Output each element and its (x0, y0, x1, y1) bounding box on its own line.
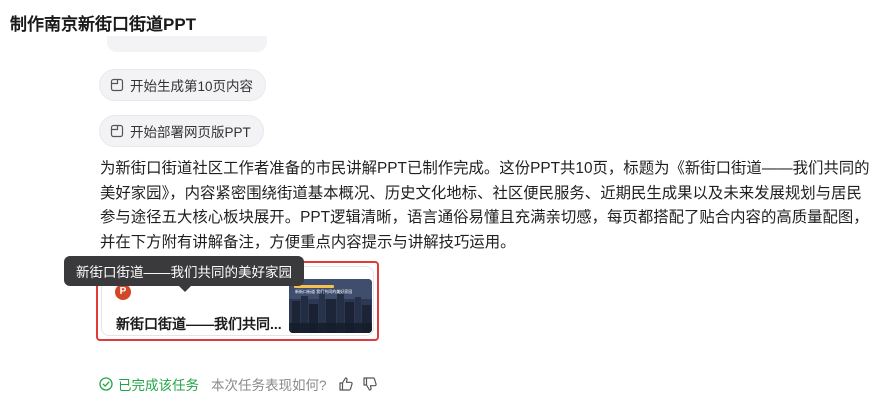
thumbs-down-button[interactable] (361, 375, 379, 393)
thumbnail-heading: 新街口街道 我们共同的美好家园 (295, 289, 353, 294)
document-icon (110, 124, 124, 138)
task-complete-status: 已完成该任务 (99, 374, 199, 394)
step-label: 开始生成第10页内容 (130, 79, 254, 94)
status-label: 已完成该任务 (118, 378, 199, 393)
thumbs-down-icon (362, 377, 377, 391)
powerpoint-icon: P (115, 284, 131, 300)
task-footer: 已完成该任务 本次任务表现如何? (99, 375, 379, 393)
previous-step-pill (107, 36, 267, 52)
ppt-title-tooltip: 新街口街道——我们共同的美好家园 (64, 256, 304, 286)
document-icon (110, 78, 124, 92)
step-label: 开始部署网页版PPT (130, 125, 251, 140)
chat-page: 制作南京新街口街道PPT 开始生成第10页内容 开始部署网页版PPT 为新街口街… (0, 0, 883, 420)
ppt-file-title: 新街口街道——我们共同... (116, 316, 282, 332)
rating-prompt: 本次任务表现如何? (211, 378, 327, 393)
chat-title: 制作南京新街口街道PPT (10, 15, 197, 34)
thumbs-up-icon (338, 377, 353, 391)
assistant-message: 为新街口街道社区工作者准备的市民讲解PPT已制作完成。这份PPT共10页，标题为… (100, 160, 870, 251)
step-pill-generate-page[interactable]: 开始生成第10页内容 (99, 69, 267, 101)
thumbs-up-button[interactable] (337, 375, 355, 393)
check-circle-icon (99, 377, 113, 391)
tooltip-arrow (178, 285, 192, 292)
city-skyline-image (289, 279, 372, 333)
ppt-thumbnail[interactable]: 新街口街道 我们共同的美好家园 (289, 279, 372, 333)
step-pill-deploy-web[interactable]: 开始部署网页版PPT (99, 115, 264, 147)
